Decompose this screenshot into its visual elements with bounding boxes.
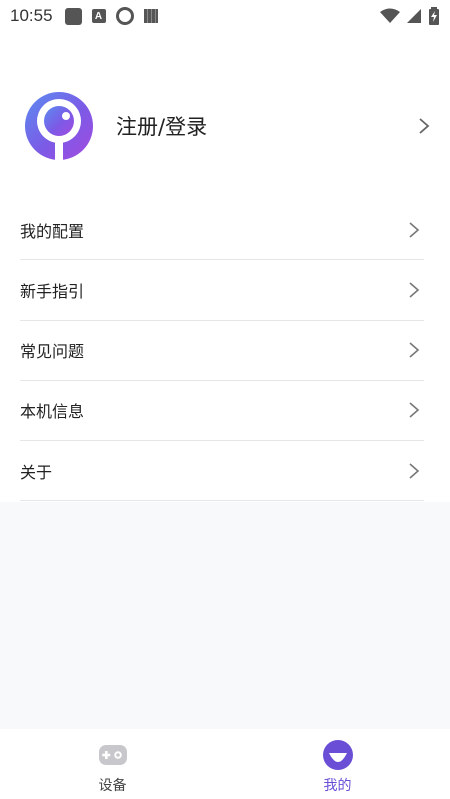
login-register-row[interactable]: 注册/登录 [20, 88, 430, 164]
signal-icon [407, 9, 421, 23]
chevron-right-icon [409, 282, 420, 298]
status-system-icons [380, 7, 440, 25]
menu-item-device-info[interactable]: 本机信息 [20, 381, 424, 441]
menu-item-label: 我的配置 [20, 221, 85, 241]
settings-menu-list: 我的配置 新手指引 常见问题 本机信息 关于 [20, 200, 424, 502]
tab-label: 设备 [98, 778, 127, 794]
wifi-icon [380, 8, 400, 23]
chevron-right-icon [409, 402, 420, 418]
profile-face-icon [322, 740, 353, 770]
chrome-like-icon [115, 7, 134, 25]
chevron-right-icon [409, 342, 420, 358]
menu-item-beginner-guide[interactable]: 新手指引 [20, 260, 424, 321]
status-time: 10:55 [10, 6, 53, 25]
book-icon [143, 9, 158, 23]
status-notification-icons: A [64, 7, 158, 25]
chevron-right-icon [409, 463, 420, 479]
menu-item-faq[interactable]: 常见问题 [20, 321, 424, 381]
menu-item-label: 本机信息 [20, 402, 85, 422]
menu-item-label: 常见问题 [20, 342, 85, 362]
login-register-label: 注册/登录 [116, 115, 208, 139]
chevron-right-icon [409, 222, 420, 238]
gamepad-icon [98, 745, 127, 765]
notification-square-icon [64, 7, 82, 25]
menu-item-label: 新手指引 [20, 281, 85, 301]
app-a-icon: A [91, 9, 106, 23]
menu-item-my-config[interactable]: 我的配置 [20, 200, 424, 261]
battery-charging-icon [429, 7, 439, 25]
bottom-nav: 设备 我的 [0, 729, 450, 799]
tab-mine[interactable]: 我的 [225, 729, 450, 799]
menu-item-about[interactable]: 关于 [20, 441, 424, 502]
status-bar: 10:55 A [0, 0, 450, 32]
logo-avatar-icon [25, 92, 93, 161]
tab-devices[interactable]: 设备 [0, 729, 225, 799]
tab-label: 我的 [323, 778, 352, 794]
chevron-right-icon [419, 118, 430, 134]
menu-item-label: 关于 [20, 462, 53, 482]
